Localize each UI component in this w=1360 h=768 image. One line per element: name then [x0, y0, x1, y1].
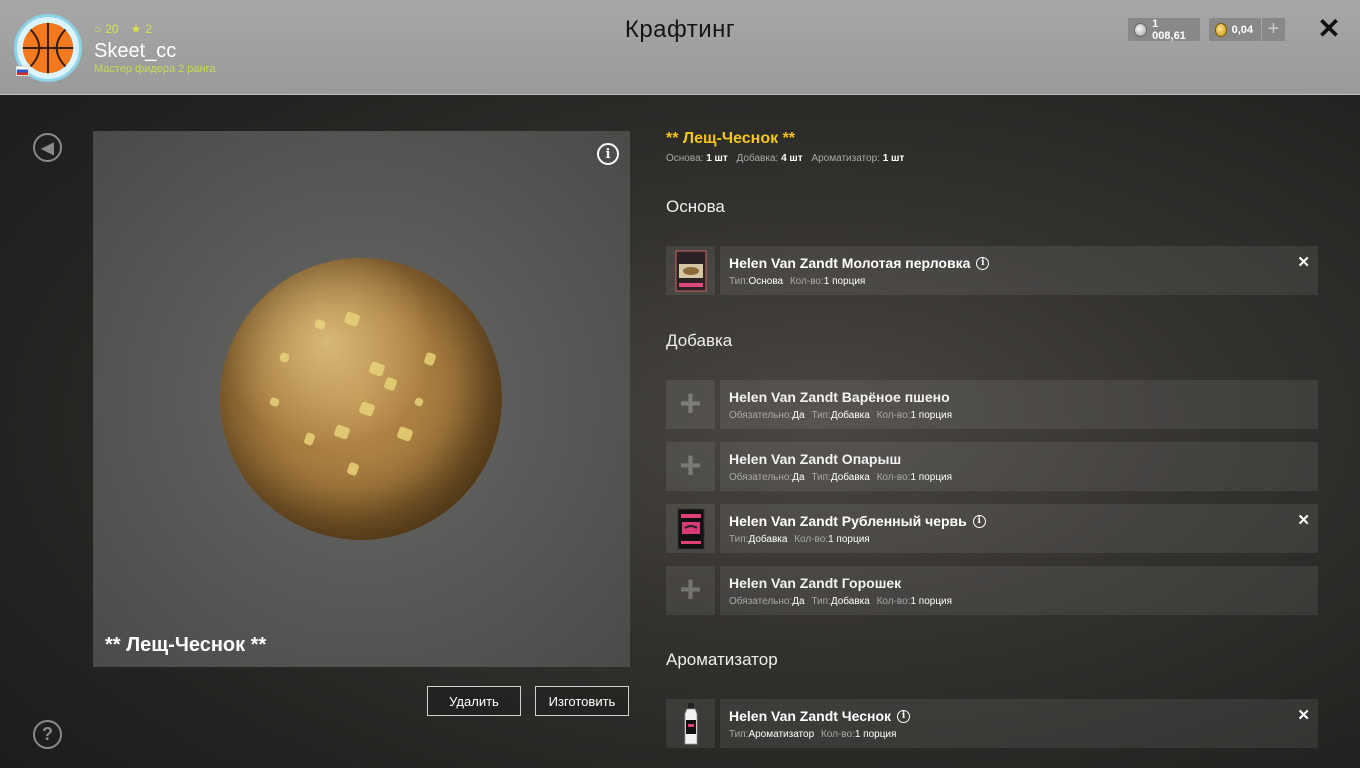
item-meta: Тип:Добавка Кол-во:1 порция [729, 534, 870, 545]
flavor-bottle-icon [684, 702, 697, 744]
remove-item-button[interactable]: ✕ [1297, 253, 1310, 271]
item-name: Helen Van Zandt Опарыш [729, 451, 902, 467]
additive-slot-item[interactable]: Helen Van Zandt Рубленный червь i Тип:До… [720, 504, 1318, 553]
item-meta: Тип:Основа Кол-во:1 порция [729, 276, 866, 287]
worm-pack-icon [677, 508, 704, 549]
info-icon[interactable]: i [597, 143, 619, 165]
additive-slot-empty[interactable]: + [666, 442, 715, 491]
additive-slot-item[interactable]: Helen Van Zandt Варёное пшено Обязательн… [720, 380, 1318, 429]
plus-icon: + [679, 569, 702, 611]
help-button[interactable]: ? [33, 720, 62, 749]
country-flag-icon [16, 66, 29, 76]
base-slot-thumbnail[interactable] [666, 246, 715, 295]
item-name: Helen Van Zandt Горошек [729, 575, 902, 591]
silver-balance: 1 008,61 [1128, 18, 1200, 42]
silver-coin-icon [1134, 22, 1148, 37]
item-meta: Обязательно:Да Тип:Добавка Кол-во:1 порц… [729, 472, 953, 483]
section-additive-title: Добавка [666, 331, 733, 350]
preview-title: ** Лещ-Чеснок ** [105, 634, 267, 656]
item-name: Helen Van Zandt Рубленный червь [729, 513, 967, 529]
remove-item-button[interactable]: ✕ [1297, 511, 1310, 529]
additive-slot-item[interactable]: Helen Van Zandt Опарыш Обязательно:Да Ти… [720, 442, 1318, 491]
top-bar: ○ 20 ★ 2 Skeet_cc Мастер фидера 2 ранга Кр… [0, 0, 1360, 95]
recipe-title: ** Лещ-Чеснок ** [666, 130, 796, 147]
item-info-icon[interactable]: i [976, 256, 990, 270]
item-meta: Обязательно:Да Тип:Добавка Кол-во:1 порц… [729, 410, 953, 421]
flavor-slot-thumbnail[interactable] [666, 699, 715, 748]
bait-ball-image [220, 258, 502, 540]
craft-button[interactable]: Изготовить [535, 686, 629, 716]
delete-button[interactable]: Удалить [427, 686, 521, 716]
item-name: Helen Van Zandt Молотая перловка [729, 255, 971, 271]
flavor-slot-item[interactable]: Helen Van Zandt Чеснок i Тип:Ароматизато… [720, 699, 1318, 748]
question-icon: ? [42, 724, 53, 744]
additive-slot-thumbnail[interactable] [666, 504, 715, 553]
gold-coin-icon [1215, 22, 1227, 37]
item-info-icon[interactable]: i [897, 709, 911, 723]
item-name: Helen Van Zandt Чеснок [729, 708, 892, 724]
base-slot-item[interactable]: Helen Van Zandt Молотая перловка i Тип:О… [720, 246, 1318, 295]
plus-icon: + [679, 445, 702, 487]
section-flavor-title: Ароматизатор [666, 650, 778, 669]
item-name: Helen Van Zandt Варёное пшено [729, 389, 950, 405]
back-arrow-icon: ◀ [41, 139, 54, 157]
additive-slot-empty[interactable]: + [666, 380, 715, 429]
groundbait-pack-icon [675, 250, 706, 291]
additive-slot-item[interactable]: Helen Van Zandt Горошек Обязательно:Да Т… [720, 566, 1318, 615]
item-info-icon[interactable]: i [972, 514, 986, 528]
close-button[interactable]: ✕ [1316, 15, 1342, 43]
add-currency-button[interactable]: + [1262, 18, 1285, 41]
remove-item-button[interactable]: ✕ [1297, 706, 1310, 724]
back-button[interactable]: ◀ [33, 133, 62, 162]
player-rank: Мастер фидера 2 ранга [94, 63, 216, 75]
item-meta: Тип:Ароматизатор Кол-во:1 порция [729, 729, 897, 740]
section-base-title: Основа [666, 197, 725, 216]
gold-balance: 0,04 [1209, 18, 1261, 41]
recipe-summary: Основа: 1 шт Добавка: 4 шт Ароматизатор:… [666, 153, 905, 164]
plus-icon: + [679, 383, 702, 425]
item-meta: Обязательно:Да Тип:Добавка Кол-во:1 порц… [729, 596, 953, 607]
bait-preview[interactable]: i ** Лещ-Чеснок ** [93, 131, 630, 667]
additive-slot-empty[interactable]: + [666, 566, 715, 615]
